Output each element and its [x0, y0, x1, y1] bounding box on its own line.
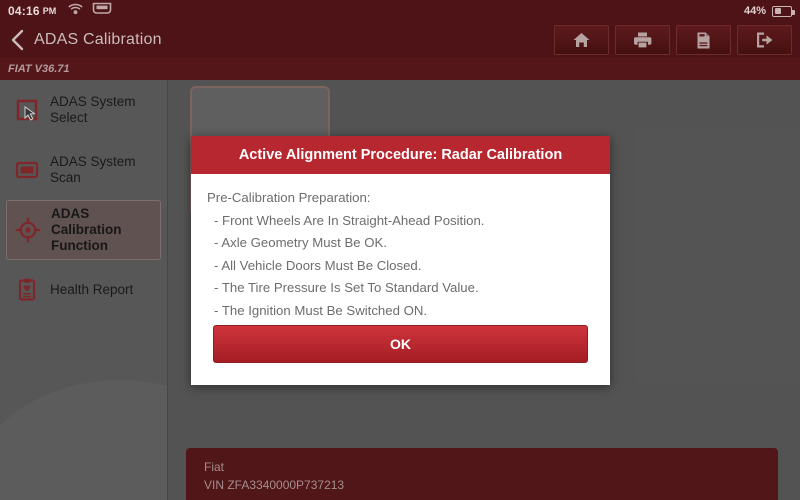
status-bar: 04:16 PM 44%: [0, 0, 800, 22]
header-toolbar: [548, 25, 792, 55]
dialog-header: Active Alignment Procedure: Radar Calibr…: [191, 136, 610, 174]
chevron-left-icon: [11, 29, 23, 51]
dialog-footer: OK: [191, 325, 610, 385]
print-button[interactable]: [615, 25, 670, 55]
adas-calibration-screen: 04:16 PM 44% ADAS Calibration FIAT V36.7…: [0, 0, 800, 500]
radar-calibration-dialog: Active Alignment Procedure: Radar Calibr…: [191, 136, 610, 385]
dialog-heading: Pre-Calibration Preparation:: [207, 190, 371, 205]
page-title: ADAS Calibration: [34, 31, 162, 48]
vci-connector-icon: [92, 2, 112, 20]
status-ampm: PM: [42, 6, 57, 16]
dialog-list-item: - The Tire Pressure Is Set To Standard V…: [214, 280, 479, 295]
printer-icon: [634, 32, 652, 48]
dialog-body: Pre-Calibration Preparation: - Front Whe…: [191, 174, 610, 345]
dialog-list-item: - Axle Geometry Must Be OK.: [214, 235, 387, 250]
dialog-list-item: - Front Wheels Are In Straight-Ahead Pos…: [214, 212, 485, 228]
dialog-title: Active Alignment Procedure: Radar Calibr…: [238, 147, 563, 163]
home-icon: [573, 33, 590, 47]
exit-button[interactable]: [737, 25, 792, 55]
app-header: ADAS Calibration: [0, 22, 800, 58]
adas-report-icon: [697, 32, 710, 48]
dialog-list-item: - The Ignition Must Be Switched ON.: [214, 302, 428, 318]
home-button[interactable]: [554, 25, 609, 55]
dialog-list-item: - All Vehicle Doors Must Be Closed.: [214, 257, 422, 273]
vehicle-version-bar: FIAT V36.71: [0, 58, 800, 80]
battery-icon: [772, 5, 795, 17]
status-time: 04:16: [8, 4, 40, 18]
exit-icon: [756, 32, 772, 48]
wifi-icon: [68, 2, 83, 20]
report-button[interactable]: [676, 25, 731, 55]
ok-button[interactable]: OK: [213, 325, 588, 363]
software-version: FIAT V36.71: [8, 63, 70, 75]
back-button[interactable]: [0, 22, 34, 58]
battery-percent: 44%: [743, 5, 766, 17]
